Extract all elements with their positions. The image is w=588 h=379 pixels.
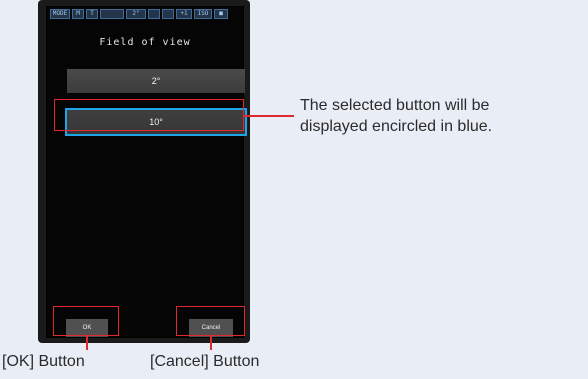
status-t: T — [86, 9, 98, 19]
status-battery-icon: ■ — [214, 9, 228, 19]
ok-callout-line — [86, 336, 88, 350]
status-blank-2 — [148, 9, 160, 19]
cancel-button-caption: [Cancel] Button — [150, 353, 260, 370]
status-m: M — [72, 9, 84, 19]
status-blank-1 — [100, 9, 124, 19]
status-bar: MODE M T 2° +1 ISO ■ — [50, 9, 240, 19]
cancel-button-callout-box — [176, 306, 245, 336]
ok-button-caption: [OK] Button — [2, 353, 85, 370]
status-blank-3 — [162, 9, 174, 19]
status-iso: ISO — [194, 9, 212, 19]
selected-caption-line-2: displayed encircled in blue. — [300, 118, 493, 135]
option-2-degree-button[interactable]: 2° — [67, 69, 245, 93]
ok-button-callout-box — [53, 306, 119, 336]
status-angle: 2° — [126, 9, 146, 19]
light-meter-device: MODE M T 2° +1 ISO ■ Field of view 2° 10… — [38, 0, 250, 343]
screen-title: Field of view — [99, 37, 191, 48]
selected-caption-line-1: The selected button will be — [300, 97, 490, 114]
selected-button-caption: The selected button will be displayed en… — [300, 95, 588, 137]
device-screen: MODE M T 2° +1 ISO ■ Field of view 2° 10… — [46, 6, 247, 338]
status-mode: MODE — [50, 9, 70, 19]
selected-callout-line — [244, 115, 294, 117]
selected-button-callout-box — [54, 99, 244, 131]
cancel-callout-line — [210, 336, 212, 350]
status-plus: +1 — [176, 9, 192, 19]
